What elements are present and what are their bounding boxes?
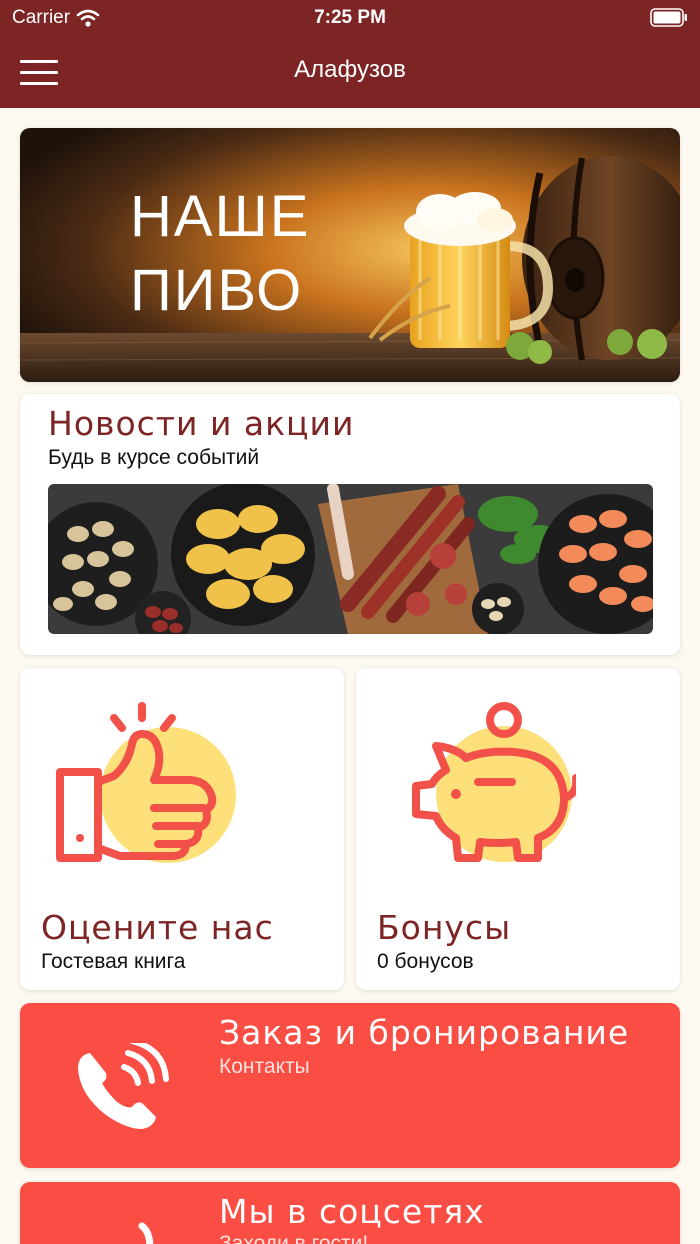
battery-icon (650, 8, 687, 27)
page-title: Алафузов (294, 56, 406, 83)
social-subtitle: Заходи в гости! (219, 1232, 369, 1244)
thumbs-up-icon (56, 702, 236, 863)
navigation-bar: Алафузов (0, 36, 700, 108)
status-time: 7:25 PM (314, 7, 386, 28)
news-title: Новости и акции (48, 404, 355, 443)
bonus-title: Бонусы (377, 908, 512, 947)
rate-us-card[interactable]: Оцените нас Гостевая книга (20, 668, 344, 990)
promo-banner[interactable]: НАШЕ ПИВО (20, 128, 680, 382)
order-title: Заказ и бронирование (219, 1013, 630, 1052)
order-booking-card[interactable]: Заказ и бронирование Контакты (20, 1003, 680, 1168)
piggy-bank-icon (412, 702, 576, 862)
app-header: Carrier 7:25 PM Алафузов (0, 0, 700, 108)
beer-banner-image: НАШЕ ПИВО (20, 128, 680, 382)
social-title: Мы в соцсетях (219, 1192, 485, 1231)
social-icon (138, 1222, 154, 1244)
rate-subtitle: Гостевая книга (41, 950, 186, 973)
phone-icon (78, 1043, 169, 1129)
status-bar: Carrier 7:25 PM (0, 0, 700, 36)
news-subtitle: Будь в курсе событий (48, 446, 260, 469)
news-card[interactable]: Новости и акции Будь в курсе событий (20, 394, 680, 655)
snacks-image (48, 484, 653, 634)
banner-line-1: НАШЕ (130, 184, 310, 249)
rate-title: Оцените нас (41, 908, 274, 947)
banner-line-2: ПИВО (130, 258, 303, 323)
bonus-subtitle: 0 бонусов (377, 950, 474, 973)
social-card[interactable]: Мы в соцсетях Заходи в гости! (20, 1182, 680, 1244)
bonus-card[interactable]: Бонусы 0 бонусов (356, 668, 680, 990)
order-subtitle: Контакты (219, 1055, 310, 1078)
